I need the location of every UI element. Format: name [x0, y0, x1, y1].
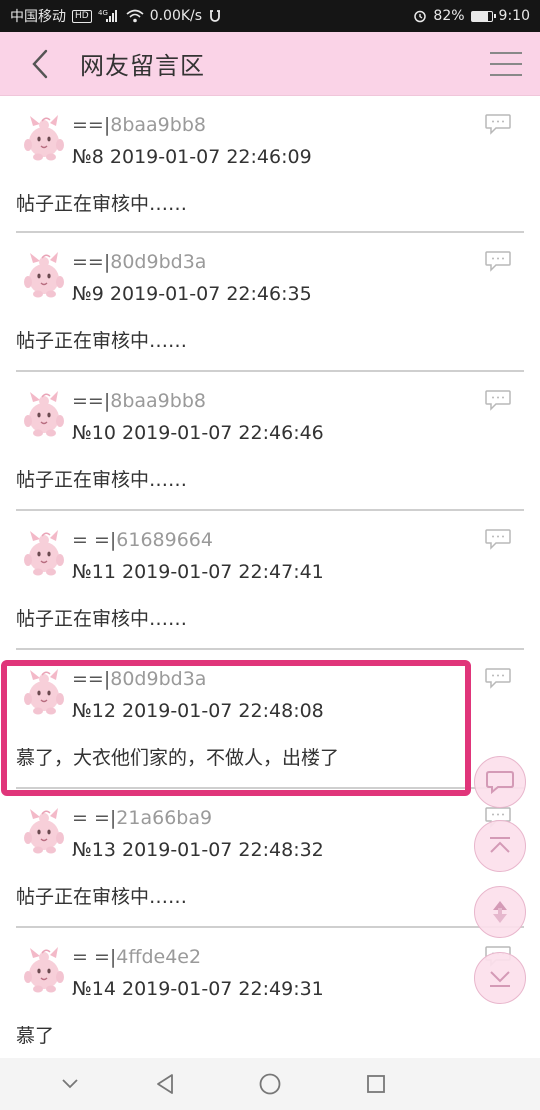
post-meta: №11 2019-01-07 22:47:41 — [72, 561, 324, 583]
post-body: 帖子正在审核中…… — [16, 886, 188, 908]
post-meta: №9 2019-01-07 22:46:35 — [72, 283, 312, 305]
signal-icon: 4G — [98, 9, 120, 23]
avatar[interactable] — [20, 527, 66, 577]
hd-badge: HD — [72, 9, 92, 23]
battery-percent: 82% — [433, 8, 465, 24]
post-author: ==|8baa9bb8 — [72, 114, 206, 136]
author-id: 80d9bd3a — [110, 251, 207, 273]
post-author: = =|4ffde4e2 — [72, 946, 201, 968]
post-body: 帖子正在审核中…… — [16, 330, 188, 352]
comment-icon[interactable] — [484, 250, 512, 272]
author-prefix: ==| — [72, 390, 111, 412]
app-header: 网友留言区 — [0, 32, 540, 96]
post-body: 帖子正在审核中…… — [16, 193, 188, 215]
nav-back-button[interactable] — [145, 1064, 185, 1104]
post-author: = =|21a66ba9 — [72, 807, 212, 829]
author-prefix: ==| — [72, 251, 111, 273]
triangle-back-icon — [157, 1074, 173, 1094]
author-prefix: ==| — [72, 114, 111, 136]
net-type-label: 4G — [98, 9, 108, 17]
refresh-button[interactable] — [474, 886, 526, 938]
avatar[interactable] — [20, 249, 66, 299]
status-bar: 中国移动 HD 4G 0.00K/s 82% 9:10 — [0, 0, 540, 32]
reply-fab[interactable] — [474, 756, 526, 808]
avatar[interactable] — [20, 666, 66, 716]
author-id: 8baa9bb8 — [110, 390, 206, 412]
post-item[interactable]: ==|8baa9bb8 №10 2019-01-07 22:46:46 帖子正在… — [16, 372, 524, 511]
circle-home-icon — [259, 1073, 281, 1095]
chevron-down-icon — [62, 1079, 78, 1089]
nav-hide-button[interactable] — [50, 1064, 90, 1104]
post-author: ==|80d9bd3a — [72, 251, 206, 273]
clock: 9:10 — [498, 8, 530, 24]
author-id: 21a66ba9 — [116, 807, 213, 829]
avatar[interactable] — [20, 805, 66, 855]
post-author: = =|61689664 — [72, 529, 213, 551]
menu-line — [490, 63, 522, 65]
refresh-icon — [493, 901, 507, 923]
scroll-bottom-button[interactable] — [474, 952, 526, 1004]
post-meta: №8 2019-01-07 22:46:09 — [72, 146, 312, 168]
avatar[interactable] — [20, 112, 66, 162]
back-arrow-icon — [32, 49, 48, 78]
post-meta: №13 2019-01-07 22:48:32 — [72, 839, 324, 861]
comment-icon[interactable] — [484, 389, 512, 411]
comment-icon[interactable] — [484, 528, 512, 550]
post-meta: №14 2019-01-07 22:49:31 — [72, 978, 324, 1000]
phone-screen: 中国移动 HD 4G 0.00K/s 82% 9:10 网友留言区 ==|8ba… — [0, 0, 540, 1110]
post-body: 帖子正在审核中…… — [16, 469, 188, 491]
network-speed: 0.00K/s — [149, 8, 203, 24]
post-item[interactable]: = =|21a66ba9 №13 2019-01-07 22:48:32 帖子正… — [16, 789, 524, 928]
post-item[interactable]: ==|8baa9bb8 №8 2019-01-07 22:46:09 帖子正在审… — [16, 96, 524, 233]
author-id: 8baa9bb8 — [110, 114, 206, 136]
post-body: 慕了 — [16, 1025, 55, 1047]
avatar[interactable] — [20, 944, 66, 994]
scroll-top-icon — [490, 837, 510, 853]
post-meta: №10 2019-01-07 22:46:46 — [72, 422, 324, 444]
author-id: 80d9bd3a — [110, 668, 207, 690]
post-body: 慕了，大衣他们家的，不做人，出楼了 — [16, 747, 340, 769]
post-item[interactable]: = =|4ffde4e2 №14 2019-01-07 22:49:31 慕了 — [16, 928, 524, 1058]
author-prefix: = =| — [72, 807, 117, 829]
alarm-icon — [413, 9, 427, 23]
post-body: 帖子正在审核中…… — [16, 608, 188, 630]
nav-home-button[interactable] — [250, 1064, 290, 1104]
nav-recents-button[interactable] — [356, 1064, 396, 1104]
comment-icon[interactable] — [484, 667, 512, 689]
battery-icon — [470, 10, 496, 22]
scroll-top-button[interactable] — [474, 820, 526, 872]
reply-icon — [486, 771, 514, 795]
post-author: ==|8baa9bb8 — [72, 390, 206, 412]
post-item[interactable]: ==|80d9bd3a №9 2019-01-07 22:46:35 帖子正在审… — [16, 233, 524, 372]
author-prefix: = =| — [72, 946, 117, 968]
post-author: ==|80d9bd3a — [72, 668, 206, 690]
author-prefix: ==| — [72, 668, 111, 690]
post-item[interactable]: = =|61689664 №11 2019-01-07 22:47:41 帖子正… — [16, 511, 524, 650]
notification-icon — [208, 9, 222, 23]
battery-fill — [471, 11, 488, 21]
wifi-icon — [126, 9, 144, 23]
system-nav-bar — [0, 1058, 540, 1110]
author-id: 4ffde4e2 — [116, 946, 202, 968]
menu-line — [490, 74, 522, 76]
carrier-label: 中国移动 — [10, 9, 66, 25]
post-list[interactable]: ==|8baa9bb8 №8 2019-01-07 22:46:09 帖子正在审… — [0, 96, 540, 1058]
author-id: 61689664 — [116, 529, 213, 551]
back-button[interactable] — [14, 32, 66, 96]
menu-button[interactable] — [490, 48, 522, 80]
menu-line — [490, 52, 522, 54]
square-recents-icon — [367, 1075, 385, 1093]
comment-icon[interactable] — [484, 113, 512, 135]
post-meta: №12 2019-01-07 22:48:08 — [72, 700, 324, 722]
author-prefix: = =| — [72, 529, 117, 551]
avatar[interactable] — [20, 388, 66, 438]
page-title: 网友留言区 — [80, 52, 205, 80]
scroll-bottom-icon — [490, 971, 510, 987]
post-item[interactable]: ==|80d9bd3a №12 2019-01-07 22:48:08 慕了，大… — [16, 650, 524, 789]
